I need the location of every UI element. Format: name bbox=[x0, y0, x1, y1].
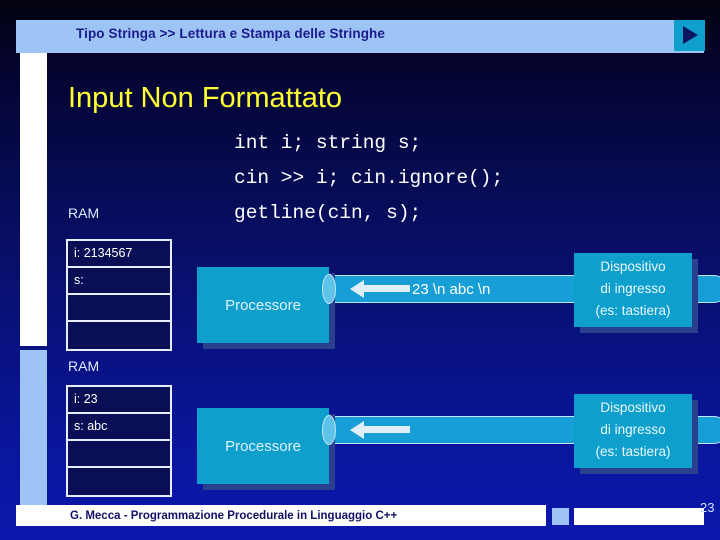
processor-box-row2: Processore bbox=[197, 408, 329, 484]
channel-arrow-head-row2 bbox=[350, 421, 364, 439]
ram-cell: s: abc bbox=[68, 414, 170, 441]
device-line: di ingresso bbox=[600, 281, 666, 296]
code-block: int i; string s; cin >> i; cin.ignore();… bbox=[234, 132, 504, 224]
ram-cell: i: 23 bbox=[68, 387, 170, 414]
footer-square bbox=[552, 508, 569, 525]
device-line: Dispositivo bbox=[600, 259, 666, 274]
channel-arrow-head-row1 bbox=[350, 280, 364, 298]
channel-arrow-shaft-row1 bbox=[364, 285, 410, 292]
breadcrumb: Tipo Stringa >> Lettura e Stampa delle S… bbox=[76, 26, 386, 41]
play-triangle-icon bbox=[683, 26, 698, 44]
channel-label-row1: 23 \n abc \n bbox=[412, 281, 491, 298]
processor-box-row1: Processore bbox=[197, 267, 329, 343]
ram-label-row2: RAM bbox=[68, 358, 100, 374]
device-line: (es: tastiera) bbox=[595, 444, 671, 459]
next-slide-button[interactable] bbox=[674, 20, 705, 51]
footer-credit: G. Mecca - Programmazione Procedurale in… bbox=[70, 510, 398, 522]
device-box-row1: Dispositivo di ingresso (es: tastiera) bbox=[574, 253, 692, 327]
channel-connector-row2 bbox=[322, 415, 336, 445]
slide-canvas: Tipo Stringa >> Lettura e Stampa delle S… bbox=[0, 0, 720, 540]
ram-cell bbox=[68, 322, 170, 349]
ram-cell bbox=[68, 441, 170, 468]
device-line: (es: tastiera) bbox=[595, 303, 671, 318]
ram-cell: i: 2134567 bbox=[68, 241, 170, 268]
ram-label-row1: RAM bbox=[68, 205, 100, 221]
channel-arrow-shaft-row2 bbox=[364, 426, 410, 433]
device-line: di ingresso bbox=[600, 422, 666, 437]
page-title: Input Non Formattato bbox=[68, 82, 343, 114]
device-box-row2: Dispositivo di ingresso (es: tastiera) bbox=[574, 394, 692, 468]
ram-cell: s: bbox=[68, 268, 170, 295]
ram-cell bbox=[68, 468, 170, 495]
ram-table-row2: i: 23 s: abc bbox=[66, 385, 172, 497]
footer-bar-right bbox=[574, 508, 704, 525]
channel-connector-row1 bbox=[322, 274, 336, 304]
ram-cell bbox=[68, 295, 170, 322]
left-accent-bar-white bbox=[20, 28, 47, 346]
device-line: Dispositivo bbox=[600, 400, 666, 415]
left-accent-bar-blue bbox=[20, 350, 47, 522]
page-number: 23 bbox=[700, 500, 715, 515]
ram-table-row1: i: 2134567 s: bbox=[66, 239, 172, 351]
